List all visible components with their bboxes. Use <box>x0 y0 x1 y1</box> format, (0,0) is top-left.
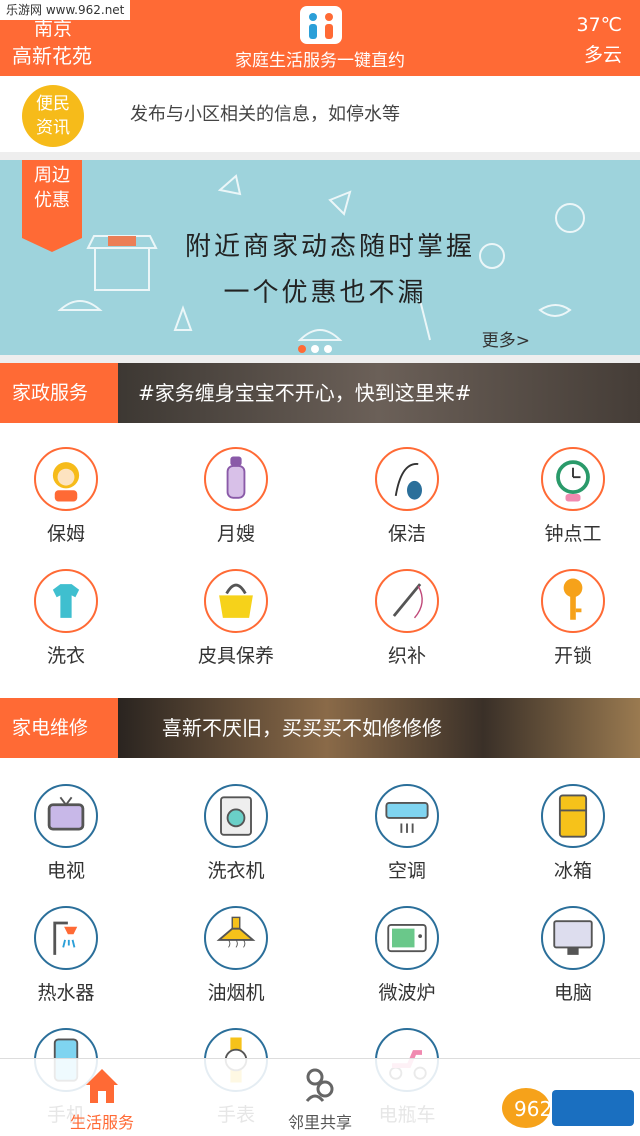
service-item-label: 洗衣 <box>46 645 85 667</box>
service-item-label: 冰箱 <box>553 860 592 882</box>
carousel-dot[interactable] <box>298 345 306 353</box>
app-header: 乐游网 www.962.net 南京 高新花苑 家庭生活服务一键直约 37℃ 多… <box>0 0 640 76</box>
service-item[interactable]: 皮具保养 <box>156 569 316 689</box>
service-item-label: 开锁 <box>553 645 592 667</box>
service-item[interactable]: 月嫂 <box>156 447 316 567</box>
service-item-label: 电脑 <box>553 982 592 1004</box>
promo-banner[interactable]: 周边 优惠 附近商家动态随时掌握 一个优惠也不漏 更多> <box>0 160 640 355</box>
notice-badge-line1: 便民 <box>36 94 70 114</box>
banner-tag-line2: 优惠 <box>34 190 70 211</box>
service-item[interactable]: 洗衣机 <box>156 784 316 904</box>
service-item[interactable]: 微波炉 <box>327 906 487 1026</box>
service-item[interactable]: 保洁 <box>327 447 487 567</box>
notice-badge: 便民 资讯 <box>22 85 84 147</box>
service-item-label: 热水器 <box>37 982 95 1004</box>
carousel-dot[interactable] <box>311 345 319 353</box>
carousel-dot[interactable] <box>324 345 332 353</box>
service-item-label: 皮具保养 <box>197 645 274 667</box>
service-item-label: 月嫂 <box>216 523 255 545</box>
service-item-label: 钟点工 <box>544 523 602 545</box>
tv-icon <box>34 784 98 848</box>
service-item[interactable]: 油烟机 <box>156 906 316 1026</box>
nanny-icon <box>34 447 98 511</box>
banner-subline: 一个优惠也不漏 <box>223 278 427 308</box>
handbag-icon <box>204 569 268 633</box>
service-item[interactable]: 织补 <box>327 569 487 689</box>
service-item[interactable]: 空调 <box>327 784 487 904</box>
key-icon <box>541 569 605 633</box>
app-tagline: 家庭生活服务一键直约 <box>235 51 405 71</box>
service-item[interactable]: 保姆 <box>0 447 146 567</box>
nav-label: 邻里共享 <box>287 1113 352 1132</box>
section-label: 家电维修 <box>0 698 118 758</box>
banner-headline: 附近商家动态随时掌握 <box>184 232 475 262</box>
section-slogan: 喜新不厌旧，买买买不如修修修 <box>162 716 442 740</box>
carousel-dots[interactable] <box>298 338 337 355</box>
air-conditioner-icon <box>375 784 439 848</box>
notice-text[interactable]: 发布与小区相关的信息，如停水等 <box>130 100 400 126</box>
service-item[interactable]: 钟点工 <box>493 447 640 567</box>
service-item-label: 保姆 <box>46 523 85 545</box>
service-item[interactable]: 电脑 <box>493 906 640 1026</box>
baby-bottle-icon <box>204 447 268 511</box>
weather-status: 多云 <box>583 44 622 66</box>
notice-badge-line2: 资讯 <box>36 118 70 138</box>
divider <box>0 355 640 363</box>
shower-icon <box>34 906 98 970</box>
computer-icon <box>541 906 605 970</box>
nav-label: 生活服务 <box>69 1113 134 1132</box>
watermark-logo-icon: 962 <box>502 1088 634 1128</box>
needle-icon <box>375 569 439 633</box>
service-item[interactable]: 热水器 <box>0 906 146 1026</box>
service-item-label: 油烟机 <box>207 982 265 1004</box>
banner-more-link[interactable]: 更多> <box>482 326 530 351</box>
range-hood-icon <box>204 906 268 970</box>
svg-text:962: 962 <box>514 1097 552 1121</box>
app-logo-icon <box>300 6 342 44</box>
service-item-label: 空调 <box>387 860 426 882</box>
notice-bar[interactable]: 便民 资讯 发布与小区相关的信息，如停水等 <box>0 76 640 152</box>
section-label: 家政服务 <box>0 363 118 423</box>
home-icon <box>86 1069 118 1103</box>
nav-item-life-service[interactable]: 生活服务 <box>22 1059 182 1136</box>
temperature: 37℃ <box>576 14 622 36</box>
people-icon <box>305 1068 334 1102</box>
housekeeping-header[interactable]: 家政服务 #家务缠身宝宝不开心，快到这里来# <box>0 363 640 423</box>
washing-machine-icon <box>204 784 268 848</box>
clock-icon <box>541 447 605 511</box>
nav-item-neighbors[interactable]: 邻里共享 <box>240 1059 400 1136</box>
service-item-label: 微波炉 <box>378 982 436 1004</box>
service-item[interactable]: 冰箱 <box>493 784 640 904</box>
tshirt-icon <box>34 569 98 633</box>
appliance-header[interactable]: 家电维修 喜新不厌旧，买买买不如修修修 <box>0 698 640 758</box>
microwave-icon <box>375 906 439 970</box>
service-item-label: 洗衣机 <box>207 860 265 882</box>
banner-tag-line1: 周边 <box>34 165 70 186</box>
service-item-label: 电视 <box>46 860 85 882</box>
divider <box>0 152 640 160</box>
location-city[interactable]: 南京 <box>34 14 72 41</box>
service-item-label: 织补 <box>387 645 426 667</box>
service-item[interactable]: 电视 <box>0 784 146 904</box>
fridge-icon <box>541 784 605 848</box>
vacuum-icon <box>375 447 439 511</box>
service-item[interactable]: 洗衣 <box>0 569 146 689</box>
service-item-label: 保洁 <box>387 523 426 545</box>
section-slogan: #家务缠身宝宝不开心，快到这里来# <box>138 381 472 405</box>
service-item[interactable]: 开锁 <box>493 569 640 689</box>
